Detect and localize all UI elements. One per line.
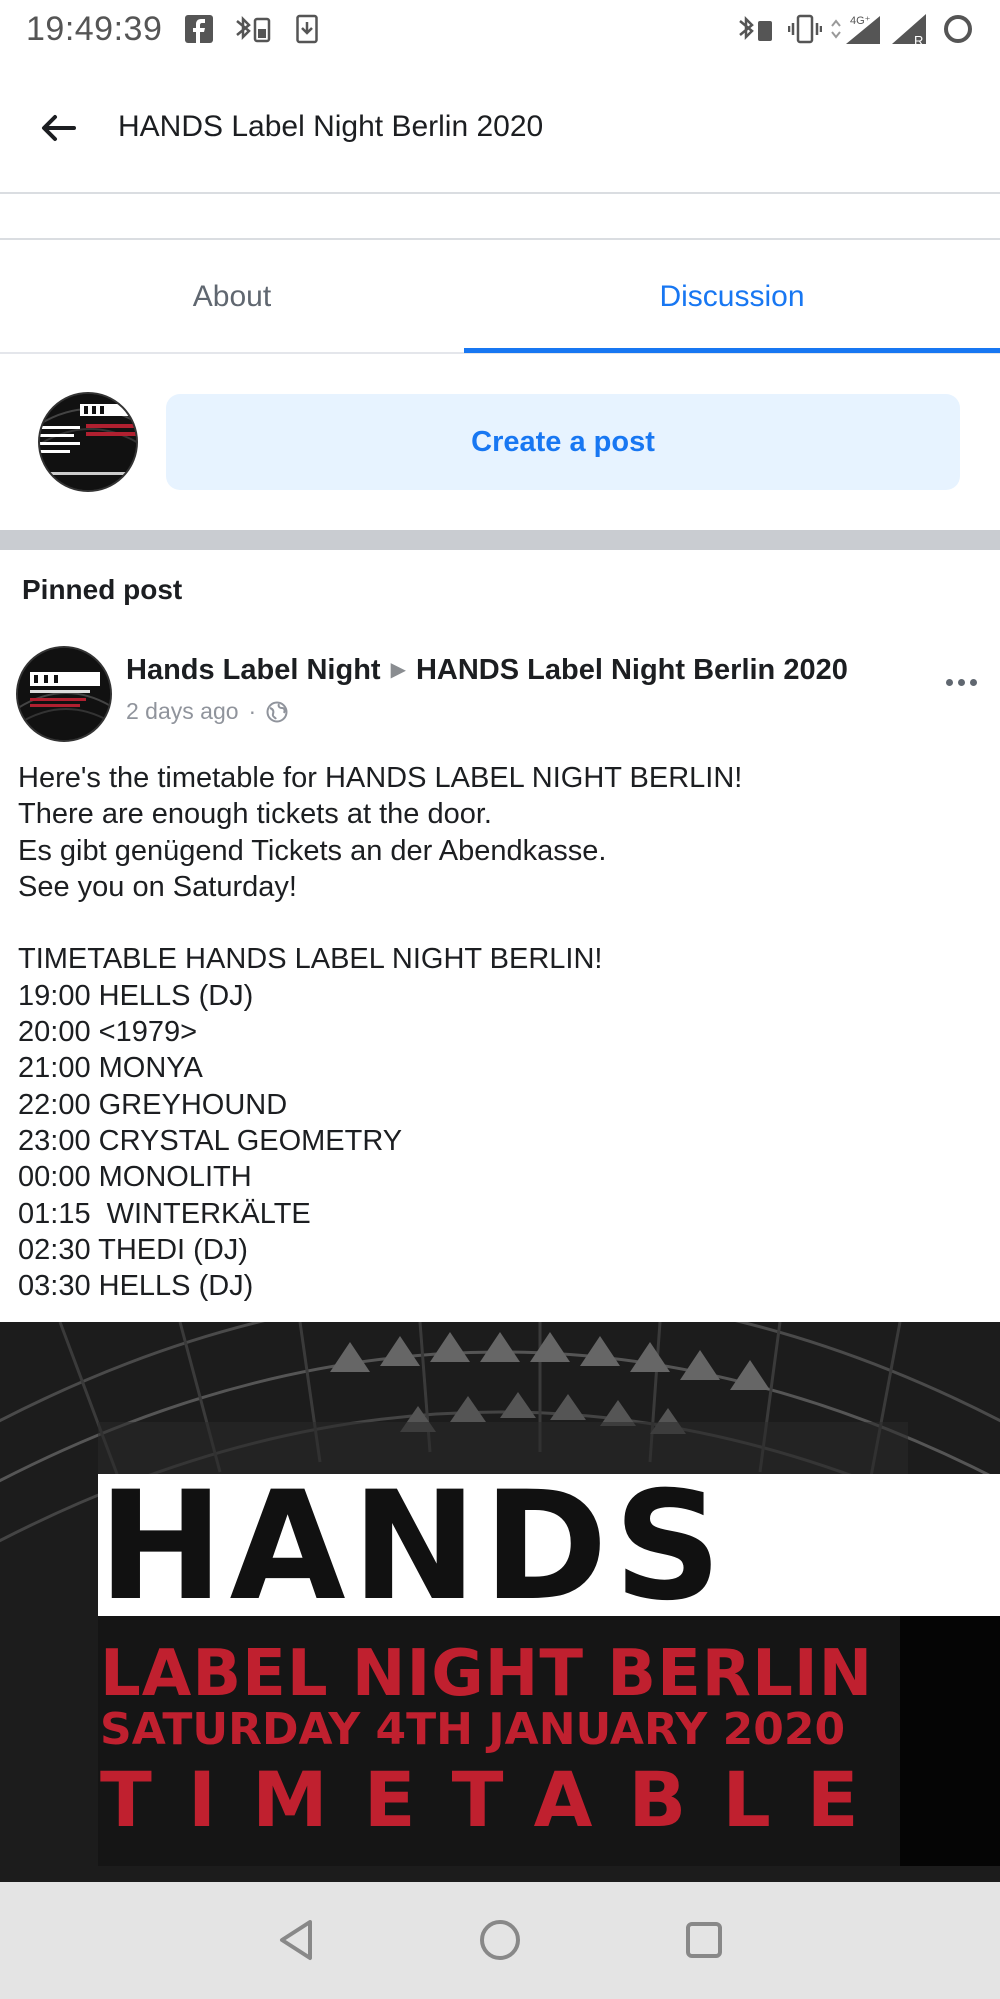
recents-square-icon	[686, 1922, 722, 1958]
top-app-bar: HANDS Label Night Berlin 2020	[0, 58, 1000, 194]
active-tab-indicator	[464, 348, 1000, 353]
header-spacer	[0, 196, 1000, 240]
post-image[interactable]: HANDS LABEL NIGHT BERLIN SATURDAY 4TH JA…	[0, 1322, 1000, 1882]
signal-icon: 4G⁺	[830, 12, 882, 46]
network-label: 4G⁺	[850, 15, 871, 27]
post-meta: 2 days ago ·	[126, 698, 288, 725]
poster-line-3: TIMETABLE	[100, 1755, 895, 1844]
event-target-link[interactable]: HANDS Label Night Berlin 2020	[416, 654, 848, 686]
post-body-text: Here's the timetable for HANDS LABEL NIG…	[18, 762, 743, 1303]
poster-logo: HANDS	[98, 1460, 728, 1634]
system-nav-bar	[0, 1882, 1000, 1999]
post-options-button[interactable]	[936, 662, 986, 702]
post-header: Hands Label Night ▶ HANDS Label Night Berl…	[0, 640, 1000, 750]
roaming-label: R	[914, 33, 923, 46]
post-time[interactable]: 2 days ago	[126, 698, 239, 725]
status-time: 19:49:39	[26, 10, 163, 48]
facebook-icon	[184, 12, 214, 46]
download-icon	[294, 12, 320, 46]
signal-roaming-icon: R	[890, 12, 930, 46]
author-avatar[interactable]	[16, 646, 112, 742]
tab-about[interactable]: About	[0, 242, 464, 352]
back-triangle-icon	[280, 1920, 312, 1960]
poster-line-1: LABEL NIGHT BERLIN	[100, 1637, 874, 1711]
section-divider	[0, 530, 1000, 550]
author-name[interactable]: Hands Label Night	[126, 654, 381, 686]
more-dot-icon	[957, 678, 965, 686]
arrow-left-icon	[42, 115, 76, 141]
post-composer: Create a post	[0, 356, 1000, 530]
event-avatar[interactable]	[38, 392, 138, 492]
bluetooth-battery-icon	[736, 12, 776, 46]
tab-bar: About Discussion	[0, 242, 1000, 354]
more-dot-icon	[945, 678, 953, 686]
pinned-post-label: Pinned post	[22, 574, 183, 605]
page-title: HANDS Label Night Berlin 2020	[118, 110, 544, 143]
nav-back-button[interactable]	[266, 1910, 326, 1970]
nav-recents-button[interactable]	[674, 1910, 734, 1970]
vibrate-icon	[788, 12, 822, 46]
bluetooth-battery-icon	[232, 12, 274, 46]
more-dot-icon	[969, 678, 977, 686]
post-author-line: Hands Label Night ▶ HANDS Label Night Berl…	[126, 654, 848, 687]
share-arrow-icon: ▶	[390, 659, 406, 681]
create-post-button[interactable]: Create a post	[166, 394, 960, 490]
poster-line-2: SATURDAY 4TH JANUARY 2020	[100, 1704, 846, 1755]
back-button[interactable]	[30, 100, 86, 156]
meta-separator: ·	[248, 698, 257, 724]
battery-ring-icon	[940, 12, 976, 46]
nav-home-button[interactable]	[470, 1910, 530, 1970]
status-bar: 19:49:39 4G⁺ R	[0, 0, 1000, 58]
tab-discussion[interactable]: Discussion	[464, 242, 1000, 352]
globe-icon	[266, 701, 288, 722]
home-circle-icon	[480, 1920, 520, 1960]
